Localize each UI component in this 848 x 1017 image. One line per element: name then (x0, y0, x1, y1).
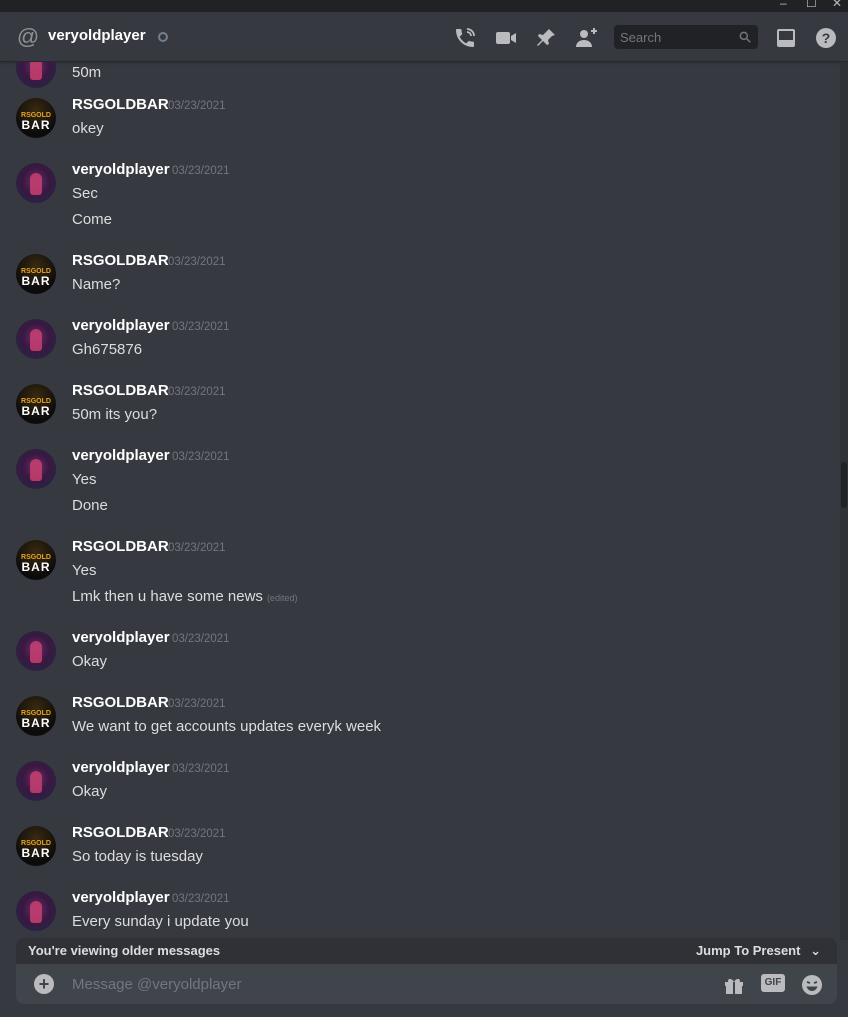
chevron-down-icon: ⌄ (810, 943, 821, 958)
pin-icon[interactable] (534, 26, 558, 50)
scrollbar-thumb[interactable] (841, 462, 847, 508)
avatar[interactable]: RSGOLD BAR (16, 254, 56, 294)
close-icon[interactable]: ✕ (832, 0, 842, 9)
message-text: 50m (72, 64, 102, 81)
video-icon[interactable] (494, 26, 518, 50)
jump-to-present-button[interactable]: Jump To Present ⌄ (696, 943, 821, 959)
username[interactable]: RSGOLDBAR (72, 694, 169, 711)
timestamp: 03/23/2021 (172, 893, 230, 905)
at-icon: @ (16, 24, 40, 49)
avatar[interactable]: RSGOLD BAR (16, 696, 56, 736)
timestamp: 03/23/2021 (168, 100, 226, 112)
username[interactable]: veryoldplayer (72, 447, 170, 464)
message-composer[interactable]: + Message @veryoldplayer GIF (16, 964, 837, 1004)
avatar[interactable]: RSGOLD BAR (16, 826, 56, 866)
avatar[interactable] (16, 761, 56, 801)
emoji-icon[interactable] (800, 973, 824, 997)
message-text: Okay (72, 653, 108, 670)
gif-button[interactable]: GIF (761, 974, 785, 992)
message-text: Come (72, 211, 113, 228)
scrollbar[interactable] (840, 62, 848, 940)
avatar[interactable]: RSGOLD BAR (16, 98, 56, 138)
maximize-icon[interactable]: ☐ (806, 0, 817, 9)
call-icon[interactable] (453, 26, 477, 50)
message-text: Every sunday i update you (72, 913, 249, 930)
message-input[interactable]: Message @veryoldplayer (72, 976, 241, 993)
add-friend-icon[interactable] (574, 26, 598, 50)
svg-text:?: ? (822, 30, 831, 46)
timestamp: 03/23/2021 (172, 633, 230, 645)
older-messages-bar: You're viewing older messages Jump To Pr… (16, 938, 837, 964)
help-icon[interactable]: ? (814, 26, 838, 50)
username[interactable]: RSGOLDBAR (72, 96, 169, 113)
username[interactable]: veryoldplayer (72, 317, 170, 334)
username[interactable]: RSGOLDBAR (72, 538, 169, 555)
message-text: Done (72, 497, 108, 514)
message-text: Name? (72, 276, 121, 293)
avatar[interactable] (16, 163, 56, 203)
timestamp: 03/23/2021 (168, 386, 226, 398)
username[interactable]: veryoldplayer (72, 629, 170, 646)
older-messages-text: You're viewing older messages (28, 943, 221, 958)
message-text: Sec (72, 185, 98, 202)
message-list[interactable]: 50m RSGOLD BAR RSGOLDBAR 03/23/2021 okey … (0, 62, 840, 940)
avatar[interactable] (16, 631, 56, 671)
search-input[interactable]: Search (614, 25, 758, 49)
message-text-body: Lmk then u have some news (72, 588, 263, 605)
avatar[interactable]: RSGOLD BAR (16, 384, 56, 424)
timestamp: 03/23/2021 (168, 828, 226, 840)
message-text: 50m its you? (72, 406, 158, 423)
jump-to-present-label: Jump To Present (695, 943, 801, 958)
username[interactable]: RSGOLDBAR (72, 824, 169, 841)
username[interactable]: RSGOLDBAR (72, 382, 169, 399)
add-attachment-icon[interactable]: + (34, 974, 54, 994)
timestamp: 03/23/2021 (168, 698, 226, 710)
message-text: So today is tuesday (72, 848, 203, 865)
minimize-icon[interactable]: – (780, 0, 787, 9)
timestamp: 03/23/2021 (172, 763, 230, 775)
message-text: Yes (72, 562, 97, 579)
avatar[interactable] (16, 319, 56, 359)
timestamp: 03/23/2021 (172, 451, 230, 463)
timestamp: 03/23/2021 (168, 256, 226, 268)
avatar[interactable] (16, 449, 56, 489)
message-text: Okay (72, 783, 108, 800)
search-icon (739, 31, 751, 43)
message-text: Lmk then u have some news (edited) (72, 588, 297, 605)
message-text: Gh675876 (72, 341, 143, 358)
inbox-icon[interactable] (774, 26, 798, 50)
search-placeholder: Search (620, 30, 662, 45)
avatar[interactable] (16, 891, 56, 931)
message-text: Yes (72, 471, 97, 488)
window-titlebar: – ☐ ✕ (0, 0, 848, 12)
channel-header: @ veryoldplayer Search ? (0, 12, 848, 62)
username[interactable]: veryoldplayer (72, 161, 170, 178)
timestamp: 03/23/2021 (172, 321, 230, 333)
timestamp: 03/23/2021 (172, 165, 230, 177)
message-text: We want to get accounts updates everyk w… (72, 718, 382, 735)
username[interactable]: veryoldplayer (72, 889, 170, 906)
avatar[interactable] (16, 62, 56, 88)
gift-icon[interactable] (722, 973, 746, 997)
channel-name: veryoldplayer (48, 27, 146, 44)
message-text: okey (72, 120, 104, 137)
username[interactable]: RSGOLDBAR (72, 252, 169, 269)
username[interactable]: veryoldplayer (72, 759, 170, 776)
status-offline-icon (158, 32, 168, 42)
timestamp: 03/23/2021 (168, 542, 226, 554)
edited-marker: (edited) (266, 593, 298, 603)
avatar[interactable]: RSGOLD BAR (16, 540, 56, 580)
